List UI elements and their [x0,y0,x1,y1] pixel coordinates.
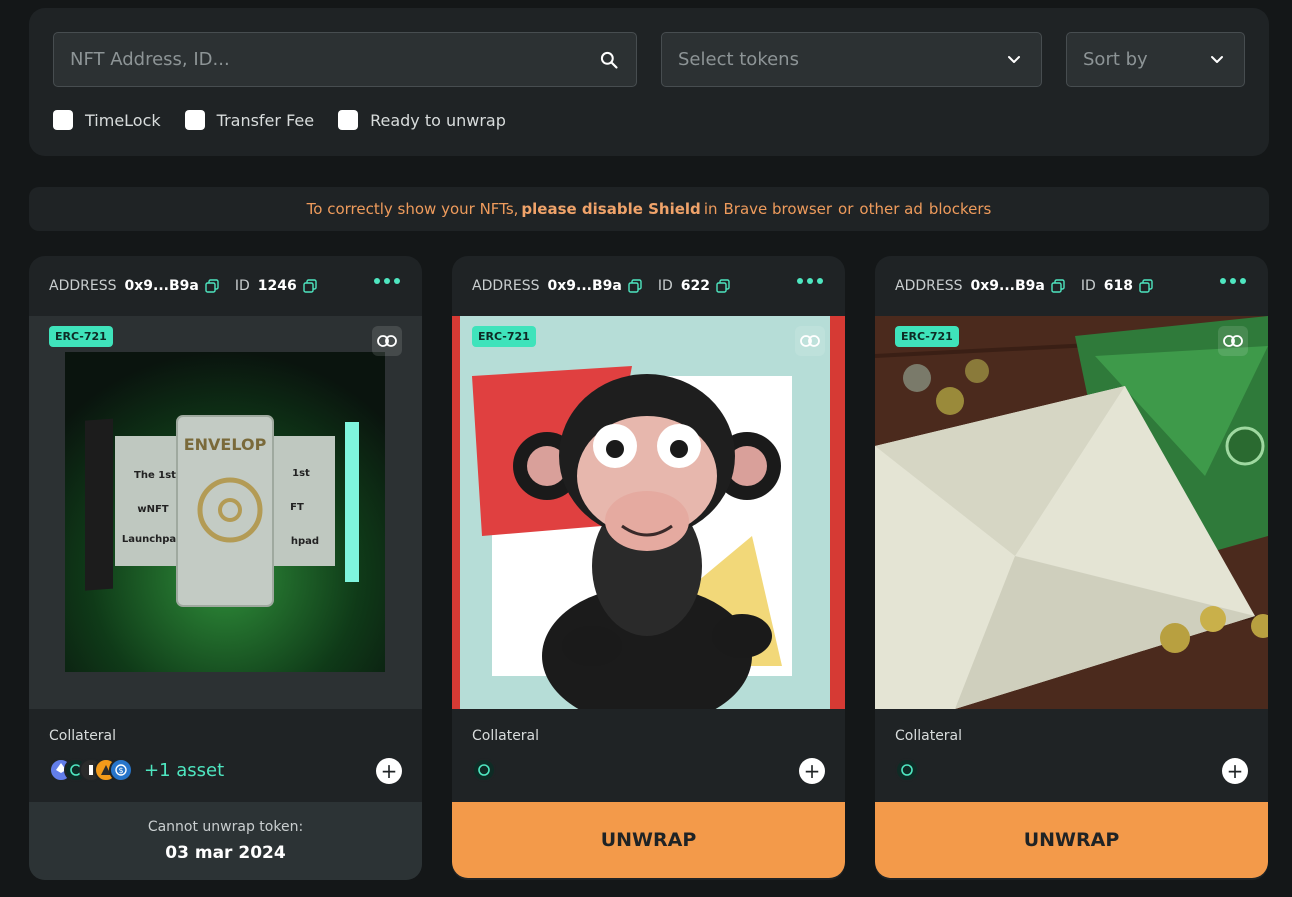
artwork-text: ENVELOP [184,435,267,454]
unwrap-button[interactable]: UNWRAP [452,802,845,878]
id-label: ID [1080,278,1096,294]
checkbox-box[interactable] [53,110,73,130]
envelopes-artwork [875,316,1268,709]
filter-checkboxes: TimeLock Transfer Fee Ready to unwrap [53,110,530,130]
filter-panel: NFT Address, ID... Select tokens Sort by… [29,8,1269,156]
chevron-down-icon [1206,49,1228,71]
link-icon[interactable] [795,326,825,356]
unlock-date: 03 mar 2024 [165,843,286,863]
artwork-text: hpad [291,536,319,547]
sort-by-dropdown[interactable]: Sort by [1066,32,1245,87]
artwork-text: wNFT [137,504,168,515]
checkbox-box[interactable] [338,110,359,130]
address-label: ADDRESS [472,278,540,294]
banner-text: To correctly show your NFTs, [306,200,519,218]
banner-bold-text: please disable Shield [521,200,701,218]
card-header: ADDRESS 0x9...B9a ID 622 [452,256,845,316]
more-options-icon[interactable] [1220,278,1246,284]
add-collateral-button[interactable]: + [376,758,402,784]
envelop-artwork: ENVELOP The 1st wNFT Launchpa 1st FT hpa… [65,352,385,672]
select-tokens-placeholder: Select tokens [678,49,799,70]
copy-icon[interactable] [205,279,219,293]
banner-text: in [703,200,718,218]
unwrap-button[interactable]: UNWRAP [875,802,1268,878]
link-icon[interactable] [372,326,402,356]
collateral-label: Collateral [472,728,540,744]
nft-card: ADDRESS 0x9...B9a ID 618 ERC-721 Collate… [875,256,1268,880]
select-tokens-dropdown[interactable]: Select tokens [661,32,1042,87]
id-value: 618 [1103,278,1133,294]
search-input[interactable]: NFT Address, ID... [53,32,637,87]
ready-to-unwrap-checkbox[interactable]: Ready to unwrap [338,110,506,130]
address-label: ADDRESS [49,278,117,294]
id-value: 622 [680,278,710,294]
chevron-down-icon [1003,49,1025,71]
ad-blocker-warning-banner: To correctly show your NFTs, please disa… [29,187,1269,231]
copy-icon[interactable] [303,279,317,293]
token-standard-badge: ERC-721 [472,326,536,347]
address-value: 0x9...B9a [547,278,622,294]
address-label: ADDRESS [895,278,963,294]
nft-card: ADDRESS 0x9...B9a ID 622 ERC-721 Collate… [452,256,845,880]
card-header: ADDRESS 0x9...B9a ID 1246 [29,256,422,316]
link-icon[interactable] [1218,326,1248,356]
search-placeholder: NFT Address, ID... [70,49,230,70]
more-options-icon[interactable] [797,278,823,284]
monkey-artwork [452,316,845,709]
banner-text: Brave browser [723,200,833,218]
id-label: ID [657,278,673,294]
unwrap-disabled-footer: Cannot unwrap token: 03 mar 2024 [29,802,422,880]
usdc-token-icon: $ [109,758,133,782]
collateral-assets[interactable] [472,758,496,782]
card-header: ADDRESS 0x9...B9a ID 618 [875,256,1268,316]
artwork-text: FT [290,502,304,513]
id-label: ID [234,278,250,294]
nft-image[interactable]: ERC-721 [452,316,845,709]
copy-icon[interactable] [1051,279,1065,293]
banner-text: other ad [859,200,923,218]
collateral-assets[interactable]: $ +1 asset [49,758,224,782]
artwork-text: Launchpa [122,534,176,545]
cannot-unwrap-text: Cannot unwrap token: [147,819,304,835]
address-value: 0x9...B9a [124,278,199,294]
svg-text:$: $ [118,766,123,775]
envelop-token-icon [472,758,496,782]
id-value: 1246 [257,278,297,294]
checkbox-label: Transfer Fee [216,110,315,130]
copy-icon[interactable] [716,279,730,293]
collateral-label: Collateral [895,728,963,744]
checkbox-box[interactable] [184,110,205,130]
token-standard-badge: ERC-721 [895,326,959,347]
transfer-fee-checkbox[interactable]: Transfer Fee [184,110,315,130]
collateral-label: Collateral [49,728,117,744]
checkbox-label: TimeLock [85,110,161,130]
nft-image[interactable]: ERC-721 [875,316,1268,709]
artwork-text: The 1st [134,470,176,481]
collateral-assets[interactable] [895,758,919,782]
banner-text: blockers [928,200,992,218]
add-collateral-button[interactable]: + [799,758,825,784]
timelock-checkbox[interactable]: TimeLock [53,110,161,130]
banner-text: or [838,200,854,218]
search-icon[interactable] [598,49,620,71]
copy-icon[interactable] [628,279,642,293]
artwork-text: 1st [292,468,310,479]
envelop-token-icon [895,758,919,782]
nft-card: ADDRESS 0x9...B9a ID 1246 ERC-721 ENVELO… [29,256,422,880]
more-options-icon[interactable] [374,278,400,284]
nft-image[interactable]: ERC-721 ENVELOP The 1st wNFT Launchpa 1s… [29,316,422,709]
sort-by-placeholder: Sort by [1083,49,1148,70]
checkbox-label: Ready to unwrap [370,110,506,130]
token-standard-badge: ERC-721 [49,326,113,347]
add-collateral-button[interactable]: + [1222,758,1248,784]
extra-assets-link[interactable]: +1 asset [144,760,224,781]
address-value: 0x9...B9a [970,278,1045,294]
copy-icon[interactable] [1139,279,1153,293]
